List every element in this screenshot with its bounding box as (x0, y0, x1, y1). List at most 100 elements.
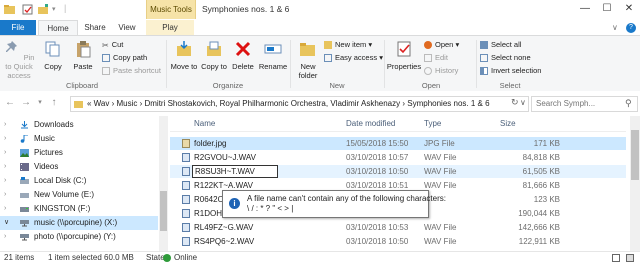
navigation-pane: › Downloads › Music › Pictures › Videos … (0, 116, 168, 251)
file-row[interactable]: folder.jpg 15/05/2018 15:50 JPG File 171… (170, 137, 626, 150)
select-all-button[interactable]: Select all (480, 40, 521, 50)
new-folder-button[interactable]: New folder (294, 38, 322, 80)
forward-arrow-icon[interactable]: → (20, 97, 32, 109)
tab-view[interactable]: View (112, 20, 142, 35)
file-row[interactable]: RL49FZ~G.WAV 03/10/2018 10:53 WAV File 1… (170, 221, 626, 234)
details-view-icon[interactable] (612, 254, 620, 262)
copy-path-label: Copy path (113, 53, 148, 62)
expand-chevron-icon[interactable]: › (4, 174, 6, 188)
expanded-chevron-icon[interactable]: ∨ (4, 216, 9, 230)
file-row[interactable]: R2GVOU~J.WAV 03/10/2018 10:57 WAV File 8… (170, 151, 626, 164)
new-folder-qat-icon[interactable] (38, 4, 49, 15)
file-row[interactable]: RS4PQ6~2.WAV 03/10/2018 10:50 WAV File 1… (170, 235, 626, 248)
nav-label: Videos (34, 162, 59, 171)
close-button[interactable]: ✕ (622, 2, 636, 16)
rename-icon (264, 44, 282, 54)
search-input[interactable] (536, 98, 616, 110)
tab-home[interactable]: Home (38, 20, 78, 36)
new-item-label: New item (335, 40, 367, 49)
help-icon[interactable]: ? (626, 23, 636, 33)
tab-share[interactable]: Share (80, 20, 110, 35)
nav-item-pictures[interactable]: › Pictures (0, 146, 158, 160)
expand-chevron-icon[interactable]: › (4, 188, 6, 202)
nav-scrollbar-thumb[interactable] (160, 191, 167, 231)
network-drive-icon (20, 234, 29, 241)
file-row-renaming[interactable]: R8SU3H~T.WAV 03/10/2018 10:50 WAV File 6… (170, 165, 626, 178)
expand-chevron-icon[interactable]: › (4, 160, 6, 174)
ribbon-expand-icon[interactable]: ∨ (612, 23, 618, 32)
nav-item-photo-network-y[interactable]: › photo (\\porcupine) (Y:) (0, 230, 158, 244)
audio-file-icon (182, 195, 190, 204)
delete-x-icon (235, 41, 251, 57)
invert-selection-label: Invert selection (491, 66, 542, 75)
easy-access-button[interactable]: Easy access ▾ (324, 53, 383, 63)
nav-item-local-disk-c[interactable]: › Local Disk (C:) (0, 174, 158, 188)
expand-chevron-icon[interactable]: › (4, 118, 6, 132)
group-label-organize: Organize (212, 81, 244, 90)
file-type: WAV File (424, 153, 457, 162)
refresh-icon[interactable]: ↻ (511, 97, 519, 108)
column-header-type[interactable]: Type (424, 118, 441, 130)
open-button[interactable]: Open ▾ (424, 40, 459, 50)
paste-button[interactable]: Paste (70, 38, 96, 71)
history-button[interactable]: History (424, 66, 458, 76)
rename-button[interactable]: Rename (258, 38, 288, 71)
qat-divider: | (64, 3, 67, 13)
file-type: WAV File (424, 167, 457, 176)
large-icons-view-icon[interactable] (626, 254, 634, 262)
invert-selection-button[interactable]: Invert selection (480, 66, 541, 76)
folder-icon (74, 101, 83, 108)
address-dropdown-icon[interactable]: ∨ (520, 98, 526, 107)
tab-file[interactable]: File (0, 20, 36, 35)
item-count: 21 items (4, 253, 35, 262)
tab-play[interactable]: Play (146, 20, 194, 35)
move-to-button[interactable]: Move to (170, 38, 198, 71)
properties-check-icon[interactable] (22, 4, 33, 15)
copy-to-label: Copy to (201, 62, 227, 71)
header-divider (170, 131, 626, 132)
pin-quick-access-button[interactable]: Pin to Quick access (2, 38, 36, 80)
maximize-button[interactable]: ☐ (600, 2, 614, 16)
edit-button[interactable]: Edit (424, 53, 448, 63)
nav-item-music[interactable]: › Music (0, 132, 158, 146)
search-box[interactable]: ⚲ (531, 96, 638, 112)
minimize-button[interactable]: — (578, 2, 592, 16)
expand-chevron-icon[interactable]: › (4, 146, 6, 160)
file-list: Name Date modified Type Size folder.jpg … (170, 116, 640, 251)
edit-icon (424, 54, 432, 63)
nav-item-new-volume-e[interactable]: › New Volume (E:) (0, 188, 158, 202)
nav-item-downloads[interactable]: › Downloads (0, 118, 158, 132)
qat-customize-icon[interactable]: ▾ (52, 5, 56, 13)
nav-label: Music (34, 134, 55, 143)
pictures-icon (20, 149, 29, 157)
file-list-scrollbar-thumb[interactable] (631, 130, 639, 180)
properties-button[interactable]: Properties (386, 38, 422, 71)
column-header-date[interactable]: Date modified (346, 118, 395, 130)
nav-item-videos[interactable]: › Videos (0, 160, 158, 174)
back-arrow-icon[interactable]: ← (4, 97, 16, 109)
select-none-button[interactable]: Select none (480, 53, 531, 63)
nav-item-music-network-x[interactable]: ∨ music (\\porcupine) (X:) (0, 216, 158, 230)
copy-path-button[interactable]: Copy path (102, 53, 147, 63)
paste-shortcut-button[interactable]: Paste shortcut (102, 66, 161, 76)
nav-scrollbar[interactable] (159, 116, 168, 251)
expand-chevron-icon[interactable]: › (4, 132, 6, 146)
file-list-scrollbar[interactable] (630, 116, 640, 251)
column-header-size[interactable]: Size (500, 118, 516, 130)
group-label-select: Select (499, 81, 521, 90)
column-header-name[interactable]: Name (194, 118, 215, 130)
up-arrow-icon[interactable]: ↑ (48, 97, 60, 109)
new-item-button[interactable]: New item ▾ (324, 40, 372, 50)
cut-button[interactable]: ✂ Cut (102, 40, 123, 50)
delete-button[interactable]: Delete (230, 38, 256, 71)
address-bar[interactable]: « Wav › Music › Dmitri Shostakovich, Roy… (70, 96, 529, 112)
file-date: 03/10/2018 10:50 (346, 167, 409, 176)
rename-input[interactable]: R8SU3H~T.WAV (192, 165, 278, 178)
recent-locations-icon[interactable]: ▾ (34, 97, 46, 109)
copy-to-button[interactable]: Copy to (200, 38, 228, 71)
nav-item-kingston-f[interactable]: › KINGSTON (F:) (0, 202, 158, 216)
ribbon: Pin to Quick access Copy Paste ✂ Cut Copy… (0, 35, 640, 92)
copy-button[interactable]: Copy (40, 38, 66, 71)
expand-chevron-icon[interactable]: › (4, 230, 6, 244)
expand-chevron-icon[interactable]: › (4, 202, 6, 216)
